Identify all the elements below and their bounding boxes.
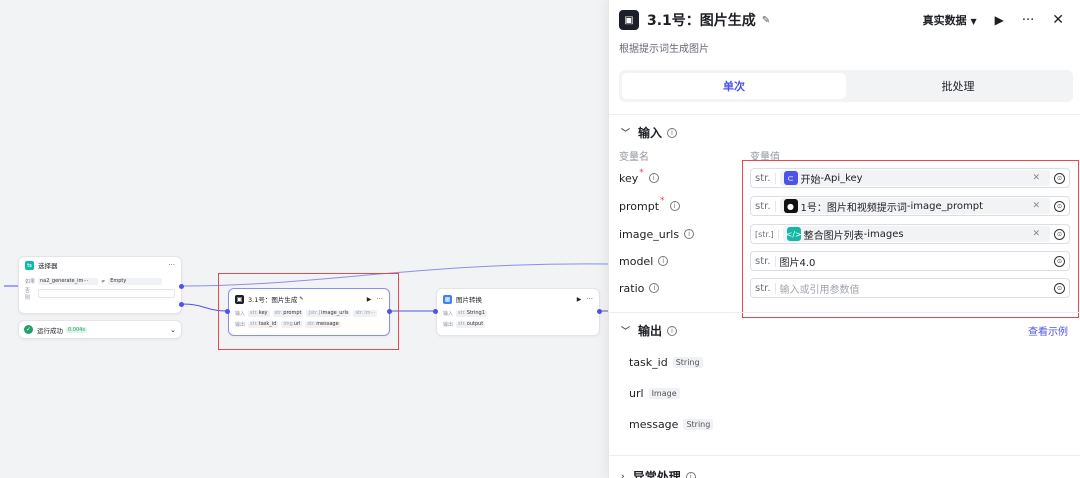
output-item: task_id String: [629, 356, 703, 369]
image-convert-icon: ▦: [443, 294, 452, 304]
tab-batch[interactable]: 批处理: [846, 73, 1070, 99]
chevron-down-icon: ﹀: [621, 129, 631, 139]
workflow-canvas[interactable]: ⇆ 选择器 ··· 如果 na2_generate_im··· ≠ Empty …: [0, 0, 608, 478]
selector-node-header: ⇆ 选择器 ···: [19, 257, 181, 273]
output-item: url Image: [629, 387, 680, 400]
output-item: message String: [629, 418, 714, 431]
run-status-text: 运行成功: [37, 326, 63, 335]
input-name-prompt: prompt * i: [619, 196, 680, 216]
info-icon: i: [669, 201, 680, 211]
info-icon: i: [667, 127, 678, 138]
input-label: 输入: [443, 311, 454, 317]
selector-else-port[interactable]: [179, 302, 184, 307]
edit-icon[interactable]: ✎: [762, 15, 770, 26]
info-icon: i: [658, 256, 669, 266]
exception-section-header[interactable]: › 异常处理 i: [621, 468, 696, 478]
selection-highlight: [218, 273, 399, 350]
close-icon[interactable]: ✕: [1052, 12, 1064, 28]
image-convert-node-title: 图片转换: [456, 296, 482, 304]
more-icon[interactable]: ···: [586, 295, 593, 303]
image-convert-node[interactable]: ▦ 图片转换 ▶ ··· 输入 str.String1 输出 str.outpu…: [436, 288, 600, 336]
else-label: 否则: [25, 287, 31, 301]
panel-title[interactable]: 3.1号：图片生成: [647, 10, 756, 30]
more-icon[interactable]: ···: [1022, 13, 1034, 28]
condition-field[interactable]: na2_generate_im···: [38, 278, 98, 285]
more-icon[interactable]: ···: [168, 261, 175, 269]
output-chip: str.output: [456, 321, 486, 328]
connection-lines: [4, 263, 608, 312]
info-icon: i: [684, 229, 695, 239]
info-icon: i: [667, 325, 678, 336]
annotation-highlight-box: [742, 160, 1079, 318]
type-badge: Image: [648, 388, 680, 399]
selector-if-port[interactable]: [179, 284, 184, 289]
output-section-header[interactable]: ﹀ 输出 i: [621, 322, 678, 339]
type-badge: String: [672, 357, 703, 368]
info-icon: i: [649, 283, 660, 293]
node-config-panel: ▣ 3.1号：图片生成 ✎ 真实数据 ▼ ▶ ··· ✕ 根据提示词生成图片 单…: [608, 0, 1080, 478]
input-chip: str.String1: [456, 310, 487, 317]
input-name-ratio: ratio i: [619, 278, 660, 298]
selector-node-title: 选择器: [38, 262, 58, 270]
column-header-name: 变量名: [619, 152, 649, 163]
selector-node[interactable]: ⇆ 选择器 ··· 如果 na2_generate_im··· ≠ Empty …: [18, 256, 182, 314]
run-icon[interactable]: ▶: [995, 13, 1004, 27]
condition-operator: ≠: [101, 278, 106, 285]
selector-icon: ⇆: [25, 260, 34, 270]
output-label: 输出: [443, 322, 454, 328]
mode-tabs: 单次 批处理: [619, 70, 1073, 102]
run-time-badge: 0.004s: [66, 326, 87, 333]
chevron-down-icon[interactable]: ⌄: [170, 326, 176, 334]
if-label: 如果: [25, 279, 36, 285]
else-field[interactable]: [37, 289, 175, 298]
input-name-key: key * i: [619, 168, 659, 188]
image-convert-out-port[interactable]: [597, 309, 602, 314]
run-node-icon[interactable]: ▶: [577, 296, 582, 303]
input-section-header[interactable]: ﹀ 输入 i: [621, 124, 678, 141]
data-mode-dropdown[interactable]: 真实数据 ▼: [923, 12, 977, 28]
info-icon: i: [685, 471, 696, 478]
run-status-bar[interactable]: ✓ 运行成功 0.004s ⌄: [18, 320, 182, 339]
panel-description[interactable]: 根据提示词生成图片: [619, 40, 709, 55]
type-badge: String: [683, 419, 714, 430]
input-name-model: model i: [619, 251, 669, 271]
chevron-right-icon: ›: [621, 471, 625, 478]
success-check-icon: ✓: [24, 325, 33, 334]
info-icon: i: [648, 173, 659, 183]
tab-single[interactable]: 单次: [622, 73, 846, 99]
image-convert-in-port[interactable]: [433, 309, 438, 314]
input-name-image-urls: image_urls i: [619, 224, 695, 244]
condition-value[interactable]: Empty: [108, 278, 163, 285]
view-example-link[interactable]: 查看示例: [1028, 323, 1068, 338]
node-logo-icon: ▣: [619, 10, 639, 30]
chevron-down-icon: ﹀: [621, 327, 631, 337]
caret-down-icon: ▼: [970, 17, 977, 26]
